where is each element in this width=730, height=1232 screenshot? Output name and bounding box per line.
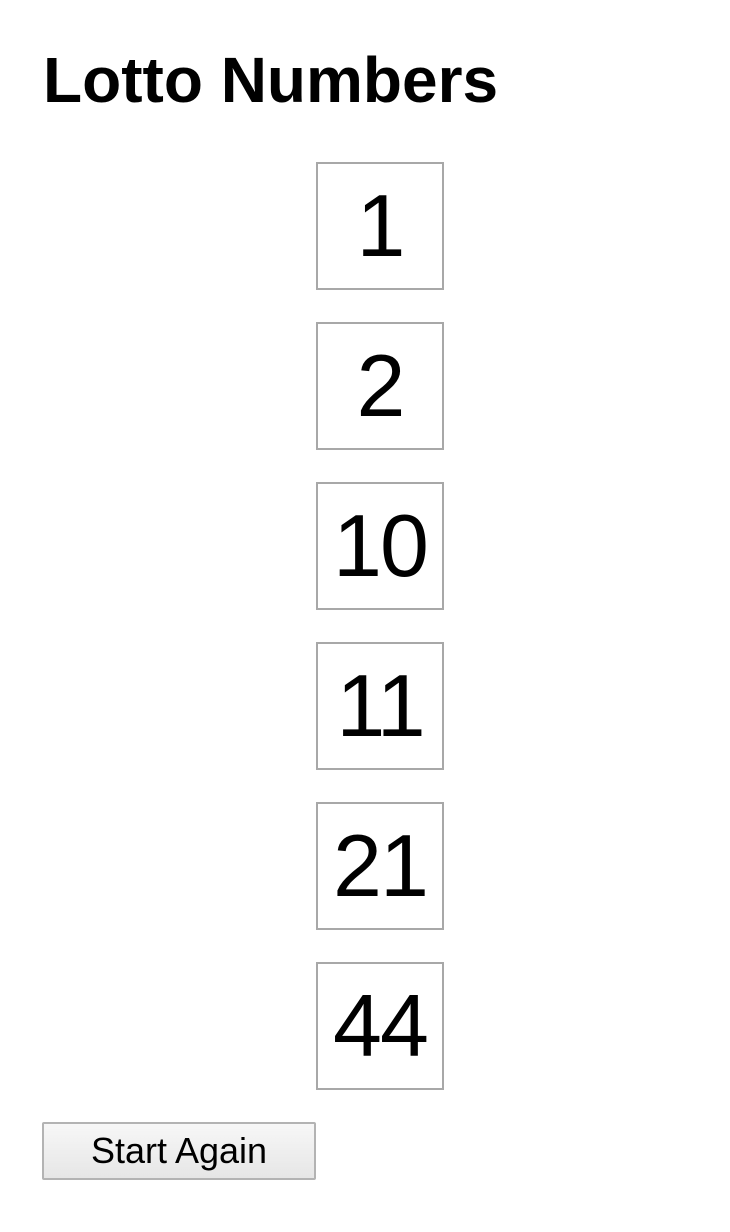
start-again-button[interactable]: Start Again — [42, 1122, 316, 1180]
lotto-number-box-5: 21 — [316, 802, 444, 930]
lotto-number-1: 1 — [356, 176, 406, 275]
lotto-number-6: 44 — [333, 976, 429, 1075]
lotto-number-box-6: 44 — [316, 962, 444, 1090]
lotto-number-4: 11 — [336, 656, 425, 755]
lotto-number-box-3: 10 — [316, 482, 444, 610]
lotto-number-box-4: 11 — [316, 642, 444, 770]
lotto-number-list: 1 2 10 11 21 44 — [316, 162, 444, 1122]
page-title: Lotto Numbers — [43, 44, 499, 116]
lotto-number-5: 21 — [333, 816, 429, 915]
lotto-number-box-1: 1 — [316, 162, 444, 290]
lotto-number-3: 10 — [333, 496, 429, 595]
lotto-number-box-2: 2 — [316, 322, 444, 450]
lotto-number-2: 2 — [356, 336, 406, 435]
